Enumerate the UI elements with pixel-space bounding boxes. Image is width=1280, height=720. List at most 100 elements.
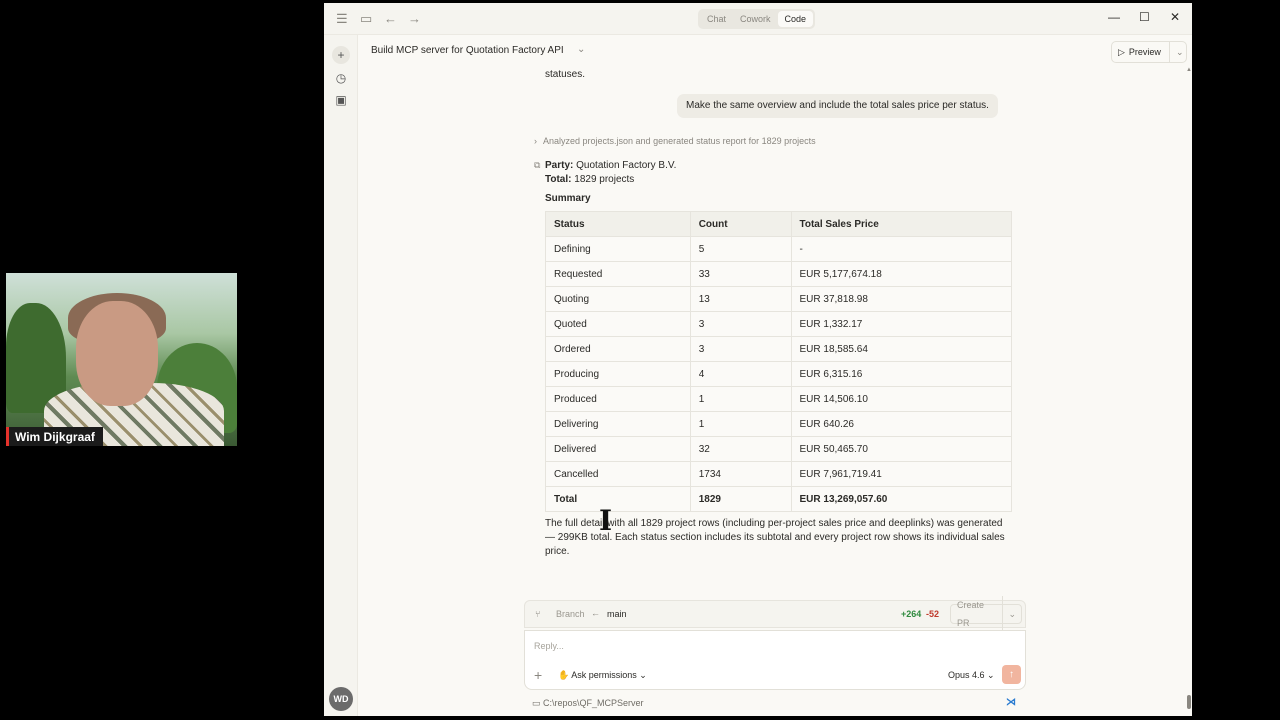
- preview-main[interactable]: ▷ Preview: [1112, 42, 1170, 62]
- table-row: Producing 4 EUR 6,315.16: [545, 361, 1012, 387]
- avatar[interactable]: WD: [329, 687, 353, 711]
- minimize-icon[interactable]: —: [1108, 10, 1120, 24]
- back-arrow-icon[interactable]: ←: [384, 11, 397, 27]
- sales-price-cell: -: [790, 236, 1012, 262]
- participant-name: Wim Dijkgraaf: [15, 429, 95, 444]
- total-count-cell: 1829: [689, 486, 792, 512]
- arrow-up-icon: ↑: [1009, 669, 1014, 680]
- maximize-icon[interactable]: ☐: [1139, 10, 1150, 24]
- sales-price-cell: EUR 50,465.70: [790, 436, 1012, 462]
- count-cell: 1: [689, 386, 792, 412]
- status-cell: Delivering: [545, 411, 691, 437]
- webcam-person-head: [76, 301, 158, 406]
- close-icon[interactable]: ✕: [1170, 10, 1180, 24]
- reply-input[interactable]: [534, 641, 834, 651]
- branch-bar: ⑂ Branch ← main +264 -52 Create PR ⌄: [524, 596, 1026, 632]
- create-pr-label[interactable]: Create PR: [951, 596, 1004, 632]
- webcam-video: [6, 273, 237, 446]
- status-summary-table: Status Count Total Sales Price Defining 5…: [545, 211, 1012, 512]
- count-cell: 5: [689, 236, 792, 262]
- left-arrow-icon: ←: [591, 608, 600, 618]
- new-session-plus-icon[interactable]: +: [332, 46, 350, 64]
- count-cell: 32: [689, 436, 792, 462]
- sales-price-cell: EUR 7,961,719.41: [790, 461, 1012, 487]
- branch-label: Branch: [556, 609, 585, 619]
- scrollbar-thumb[interactable]: [1187, 695, 1191, 709]
- table-row: Ordered 3 EUR 18,585.64: [545, 336, 1012, 362]
- status-cell: Produced: [545, 386, 691, 412]
- repo-path-text: C:\repos\QF_MCPServer: [543, 698, 644, 708]
- table-row: Delivered 32 EUR 50,465.70: [545, 436, 1012, 462]
- count-cell: 3: [689, 336, 792, 362]
- status-cell: Defining: [545, 236, 691, 262]
- branch-name[interactable]: main: [607, 609, 627, 619]
- table-row: Quoted 3 EUR 1,332.17: [545, 311, 1012, 337]
- mode-switcher: Chat Cowork Code: [698, 9, 816, 29]
- sales-price-cell: EUR 1,332.17: [790, 311, 1012, 337]
- sales-price-cell: EUR 18,585.64: [790, 336, 1012, 362]
- vscode-icon[interactable]: ⋊: [1006, 697, 1016, 708]
- status-cell: Producing: [545, 361, 691, 387]
- session-title[interactable]: Build MCP server for Quotation Factory A…: [371, 45, 564, 56]
- table-row: Quoting 13 EUR 37,818.98: [545, 286, 1012, 312]
- repo-path[interactable]: ▭ C:\repos\QF_MCPServer: [532, 698, 644, 709]
- tool-summary-text: Analyzed projects.json and generated sta…: [543, 136, 816, 146]
- status-cell: Quoted: [545, 311, 691, 337]
- sales-price-cell: EUR 6,315.16: [790, 361, 1012, 387]
- report-meta: Party: Quotation Factory B.V. Total: 182…: [545, 159, 676, 187]
- text-cursor-icon: I: [599, 504, 613, 537]
- history-clock-icon[interactable]: ◷: [332, 69, 350, 87]
- chevron-down-icon[interactable]: ⌄: [577, 44, 585, 55]
- app-window: ☰ ▭ ← → Chat Cowork Code — ☐ ✕ + ◷ ▣ WD …: [324, 3, 1192, 716]
- webcam-name-tag: Wim Dijkgraaf: [6, 427, 103, 446]
- total-label-cell: Total: [545, 486, 691, 512]
- ask-permissions-label: Ask permissions: [571, 670, 637, 680]
- model-label: Opus 4.6: [948, 670, 985, 680]
- preview-dropdown-chevron-icon[interactable]: ⌄: [1170, 47, 1190, 58]
- ask-permissions-button[interactable]: ✋ Ask permissions ⌄: [558, 670, 647, 681]
- status-cell: Quoting: [545, 286, 691, 312]
- mode-tab-cowork[interactable]: Cowork: [733, 11, 778, 27]
- sales-price-cell: EUR 640.26: [790, 411, 1012, 437]
- total-sales-price-cell: EUR 13,269,057.60: [790, 486, 1012, 512]
- tool-summary[interactable]: › Analyzed projects.json and generated st…: [534, 136, 816, 146]
- status-cell: Requested: [545, 261, 691, 287]
- reply-composer: + ✋ Ask permissions ⌄ Opus 4.6 ⌄ ↑: [524, 630, 1026, 690]
- name-tag-accent: [6, 427, 9, 446]
- hand-icon: ✋: [558, 670, 570, 680]
- detail-paragraph: The full detail with all 1829 project ro…: [545, 518, 1005, 557]
- model-selector[interactable]: Opus 4.6 ⌄: [948, 670, 995, 681]
- session-header: Build MCP server for Quotation Factory A…: [359, 35, 1192, 69]
- summary-heading: Summary: [545, 193, 591, 204]
- status-cell: Delivered: [545, 436, 691, 462]
- table-row: Produced 1 EUR 14,506.10: [545, 386, 1012, 412]
- briefcase-icon[interactable]: ▣: [332, 91, 350, 109]
- preview-button[interactable]: ▷ Preview ⌄: [1111, 41, 1187, 63]
- scroll-up-icon[interactable]: ▲: [1186, 67, 1192, 73]
- create-pr-chevron-icon[interactable]: ⌄: [1003, 609, 1021, 620]
- send-button[interactable]: ↑: [1002, 665, 1021, 684]
- column-header-count: Count: [689, 211, 792, 237]
- left-sidebar: + ◷ ▣ WD: [324, 35, 358, 716]
- user-message: Make the same overview and include the t…: [677, 94, 998, 118]
- mode-tab-chat[interactable]: Chat: [700, 11, 733, 27]
- forward-arrow-icon[interactable]: →: [408, 11, 421, 27]
- menu-icon[interactable]: ☰: [336, 11, 348, 27]
- branch-icon: ⑂: [535, 609, 541, 619]
- count-cell: 1: [689, 411, 792, 437]
- additions-count: +264: [901, 609, 922, 619]
- sidebar-toggle-icon[interactable]: ▭: [360, 11, 372, 27]
- conversation-area: statuses. Make the same overview and inc…: [359, 69, 1184, 716]
- table-row: Delivering 1 EUR 640.26: [545, 411, 1012, 437]
- mode-tab-code[interactable]: Code: [777, 11, 814, 27]
- count-cell: 13: [689, 286, 792, 312]
- party-label: Party:: [545, 160, 574, 171]
- status-cell: Ordered: [545, 336, 691, 362]
- create-pr-button[interactable]: Create PR ⌄: [950, 596, 1022, 632]
- copy-icon[interactable]: ⧉: [534, 160, 540, 171]
- play-icon: ▷: [1118, 46, 1125, 57]
- column-header-status: Status: [545, 211, 691, 237]
- table-header-row: Status Count Total Sales Price: [545, 211, 1012, 237]
- table-row: Requested 33 EUR 5,177,674.18: [545, 261, 1012, 287]
- attach-plus-icon[interactable]: +: [534, 667, 542, 683]
